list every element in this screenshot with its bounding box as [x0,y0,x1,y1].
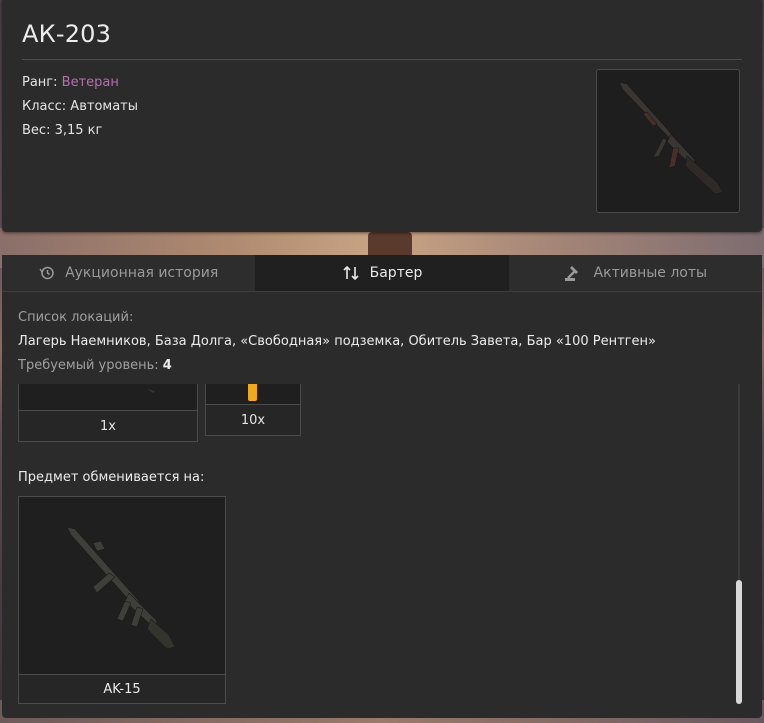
exchange-label: Предмет обменивается на: [18,470,205,485]
required-level: Требуемый уровень: 4 [18,358,172,373]
rifle-icon [66,526,176,650]
scrollbar[interactable] [736,384,742,704]
weight-row: Вес: 3,15 кг [22,123,103,138]
required-level-label: Требуемый уровень: [18,358,159,373]
class-row: Класс: Автоматы [22,99,139,114]
tab-barter-label: Бартер [369,265,423,281]
item-properties: Ранг: Ветеран Класс: Автоматы Вес: 3,15 … [22,71,138,143]
title-divider [22,59,742,60]
tab-active-lots-label: Активные лоты [593,265,708,281]
item-header-panel: АК-203 Ранг: Ветеран Класс: Автоматы Вес… [2,0,762,232]
scrollbar-rail [738,384,740,580]
rifle-icon [618,81,724,195]
required-level-value: 4 [162,358,172,373]
barter-scroll-area[interactable]: 1x 10x Предмет обменивается на: AK-15 [2,384,748,710]
history-icon [39,265,55,281]
rank-value: Ветеран [61,75,119,90]
scrollbar-thumb[interactable] [736,580,742,704]
tab-auction-history[interactable]: Аукционная история [2,255,255,291]
gavel-icon [564,264,584,282]
locations-label: Список локаций: [18,310,134,325]
tab-bar: Аукционная история Бартер Активные лоты [2,255,762,292]
required-item-quantity: 1x [19,410,197,441]
required-item-quantity: 10x [206,404,300,435]
required-item[interactable]: 1x [18,384,198,442]
rank-label: Ранг: [22,75,58,90]
result-item[interactable]: AK-15 [18,496,226,704]
barter-panel: Список локаций: Лагерь Наемников, База Д… [2,292,762,718]
swap-icon [342,265,360,281]
tab-barter[interactable]: Бартер [255,255,509,291]
item-icon [147,389,155,393]
tab-active-lots[interactable]: Активные лоты [509,255,762,291]
battery-icon [248,384,257,401]
item-preview-image [596,69,740,213]
rank-row: Ранг: Ветеран [22,71,138,95]
result-item-name: AK-15 [19,674,225,703]
item-title: АК-203 [22,20,112,48]
required-item[interactable]: 10x [205,384,301,436]
tab-auction-history-label: Аукционная история [65,265,219,281]
locations-list: Лагерь Наемников, База Долга, «Свободная… [18,334,656,349]
